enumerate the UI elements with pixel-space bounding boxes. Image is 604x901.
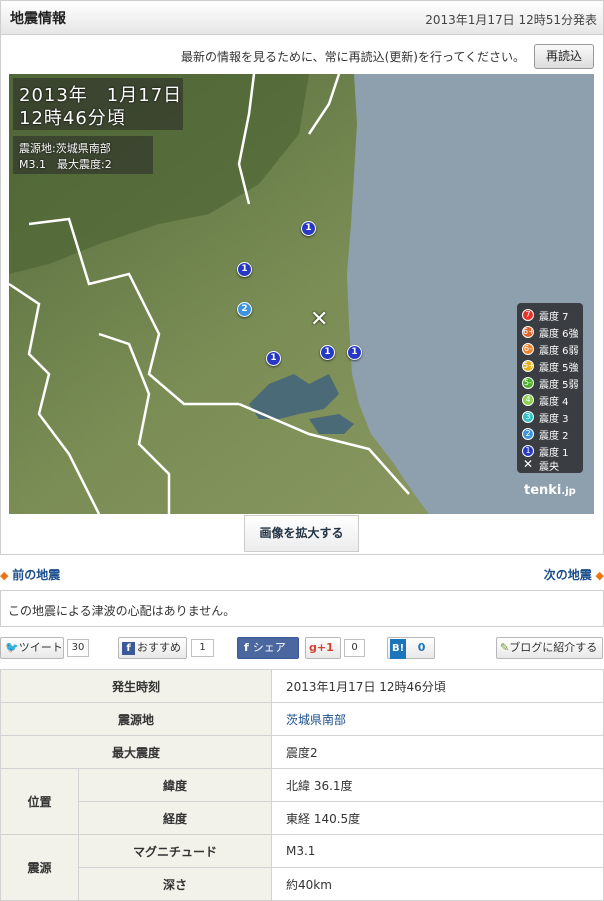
- gplus-button[interactable]: g+1: [305, 637, 341, 659]
- epicenter-text: 震源地:茨城県南部: [19, 142, 111, 155]
- magnitude-value: M3.1: [271, 834, 604, 868]
- gplus-count: 0: [344, 639, 365, 657]
- latitude-label: 緯度: [78, 768, 272, 802]
- legend-item: 7 震度 7: [522, 307, 582, 323]
- magnitude-text: M3.1 最大震度:2: [19, 158, 112, 171]
- time-value: 2013年1月17日 12時46分頃: [271, 669, 604, 703]
- area-value-cell: 茨城県南部: [271, 702, 604, 736]
- facebook-f-icon: f: [244, 641, 249, 654]
- legend-item: 4 震度 4: [522, 392, 582, 408]
- hatena-bookmark-button[interactable]: B! 0: [387, 637, 435, 659]
- facebook-recommend-button[interactable]: f おすすめ: [118, 637, 187, 659]
- legend-item: 3 震度 3: [522, 409, 582, 425]
- legend-item: 5+ 震度 5強: [522, 360, 579, 374]
- intensity-marker: 2: [237, 302, 252, 317]
- legend-item: 6- 震度 6弱: [522, 343, 579, 357]
- arrow-left-icon: ◆: [0, 569, 13, 582]
- tenki-logo: tenki.jp: [524, 483, 576, 498]
- intensity-marker: 1: [347, 345, 362, 360]
- quake-panel: 地震情報 2013年1月17日 12時51分発表 最新の情報を見るために、常に再…: [0, 0, 604, 555]
- tsunami-notice-box: この地震による津波の心配はありません。: [0, 590, 604, 627]
- table-row: 最大震度 震度2: [0, 735, 604, 769]
- quake-map: 2013年 1月17日 12時46分頃 震源地:茨城県南部 M3.1 最大震度:…: [9, 74, 594, 514]
- tweet-button[interactable]: 🐦ツイート: [0, 637, 64, 659]
- legend-item: 2 震度 2: [522, 426, 582, 442]
- longitude-value: 東経 140.5度: [271, 801, 604, 835]
- info-overlay: 震源地:茨城県南部 M3.1 最大震度:2: [13, 136, 153, 174]
- latitude-value: 北緯 36.1度: [271, 768, 604, 802]
- hatena-count: 0: [417, 641, 426, 654]
- reload-button[interactable]: 再読込: [534, 44, 594, 69]
- prev-quake-link[interactable]: ◆ 前の地震: [0, 566, 60, 583]
- depth-label: 深さ: [78, 867, 272, 901]
- legend-item: ✕ 震央: [523, 457, 559, 473]
- legend-item: 5- 震度 5弱: [522, 377, 579, 391]
- intensity-marker: 1: [320, 345, 335, 360]
- max-intensity-value: 震度2: [271, 735, 604, 769]
- social-bar: 🐦ツイート 30 f おすすめ 1 f シェア g+1 0 B! 0 ✎ブログに紹介…: [0, 637, 604, 659]
- position-label: 位置: [0, 768, 79, 835]
- blog-share-button[interactable]: ✎ブログに紹介する: [496, 637, 603, 659]
- quake-time: 12時46分頃: [19, 108, 126, 129]
- table-row: 震源 マグニチュード M3.1: [0, 834, 604, 901]
- time-label: 発生時刻: [0, 669, 272, 703]
- date-overlay: 2013年 1月17日 12時46分頃: [13, 78, 183, 130]
- area-link[interactable]: 茨城県南部: [286, 713, 346, 727]
- intensity-marker: 1: [237, 262, 252, 277]
- depth-value: 約40km: [271, 867, 604, 901]
- table-row: 震源地 茨城県南部: [0, 702, 604, 736]
- legend-item: 6+ 震度 6強: [522, 326, 579, 340]
- recommend-count: 1: [191, 639, 214, 657]
- intensity-legend: 7 震度 7 6+ 震度 6強 6- 震度 6弱 5+ 震度 5強 5- 震度 5弱 4震…: [517, 303, 583, 473]
- quake-nav: ◆ 前の地震 次の地震 ◆: [0, 566, 604, 586]
- epicenter-marker: ✕: [310, 307, 329, 332]
- max-intensity-label: 最大震度: [0, 735, 272, 769]
- facebook-share-button[interactable]: f シェア: [237, 637, 299, 659]
- gplus-g-icon: g: [309, 641, 317, 654]
- issued-time: 2013年1月17日 12時51分発表: [425, 13, 597, 27]
- pencil-icon: ✎: [500, 641, 510, 654]
- magnitude-label: マグニチュード: [78, 834, 272, 868]
- enlarge-image-button[interactable]: 画像を拡大する: [244, 515, 359, 552]
- table-row: 深さ 約40km: [1, 867, 604, 901]
- reload-notice: 最新の情報を見るために、常に再読込(更新)を行ってください。: [180, 50, 525, 64]
- panel-header: 地震情報 2013年1月17日 12時51分発表: [1, 1, 603, 35]
- longitude-label: 経度: [78, 801, 272, 835]
- epicenter-legend-icon: ✕: [523, 457, 534, 471]
- page-title: 地震情報: [10, 11, 66, 27]
- tsunami-notice: この地震による津波の心配はありません。: [8, 604, 236, 618]
- table-row: 位置 緯度 北緯 36.1度: [0, 768, 604, 835]
- arrow-right-icon: ◆: [591, 569, 604, 582]
- table-row: 経度 東経 140.5度: [1, 801, 604, 835]
- intensity-marker: 1: [301, 221, 316, 236]
- quake-detail-table: 発生時刻 2013年1月17日 12時46分頃 震源地 茨城県南部 最大震度 震…: [0, 669, 604, 901]
- twitter-bird-icon: 🐦: [5, 641, 19, 654]
- intensity-marker: 1: [266, 351, 281, 366]
- reload-row: 最新の情報を見るために、常に再読込(更新)を行ってください。 再読込: [1, 44, 594, 69]
- next-quake-link[interactable]: 次の地震 ◆: [544, 566, 604, 583]
- table-row: 発生時刻 2013年1月17日 12時46分頃: [0, 669, 604, 703]
- facebook-icon: f: [122, 641, 135, 655]
- hatena-b-icon: B!: [390, 639, 407, 659]
- area-label: 震源地: [0, 702, 272, 736]
- tweet-count: 30: [67, 639, 89, 657]
